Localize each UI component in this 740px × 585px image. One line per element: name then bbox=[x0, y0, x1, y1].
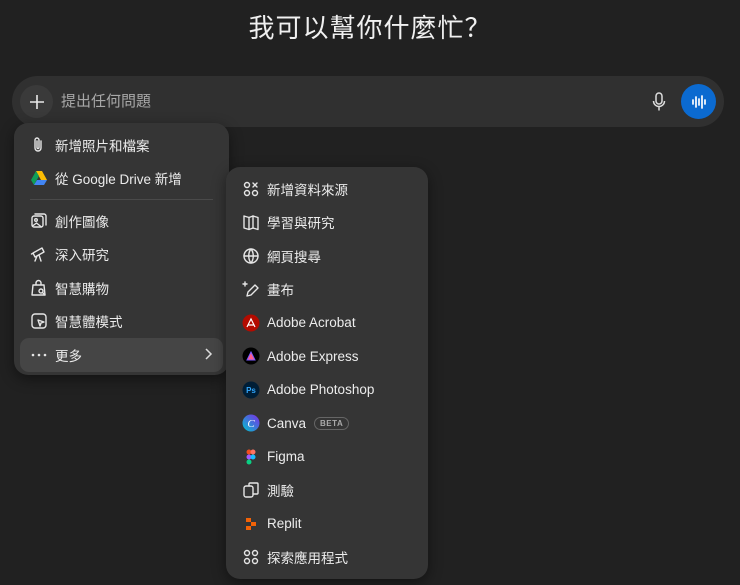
paperclip-icon bbox=[30, 136, 48, 154]
menu-item-shopping-bag[interactable]: 智慧購物 bbox=[20, 271, 223, 305]
menu-item-image-create[interactable]: 創作圖像 bbox=[20, 204, 223, 238]
menu-item-replit[interactable]: Replit bbox=[232, 507, 422, 541]
globe-icon bbox=[242, 247, 260, 265]
prompt-input[interactable] bbox=[61, 76, 621, 127]
menu-divider bbox=[30, 199, 213, 200]
voice-mode-button[interactable] bbox=[681, 84, 716, 119]
adobe-acrobat-icon bbox=[242, 314, 260, 332]
menu-item-google-drive[interactable]: 從 Google Drive 新增 bbox=[20, 162, 223, 196]
menu-item-connectors[interactable]: 新增資料來源 bbox=[232, 172, 422, 206]
menu-item-label: 智慧購物 bbox=[55, 281, 109, 297]
canva-icon: C bbox=[242, 414, 260, 432]
menu-item-canva[interactable]: C Canva BETA bbox=[232, 407, 422, 441]
svg-text:C: C bbox=[247, 418, 255, 430]
menu-item-label: 從 Google Drive 新增 bbox=[55, 172, 182, 188]
connectors-icon bbox=[242, 180, 260, 198]
menu-item-label: 網頁搜尋 bbox=[267, 249, 321, 265]
menu-item-apps-grid[interactable]: 探索應用程式 bbox=[232, 541, 422, 575]
menu-item-adobe-acrobat[interactable]: Adobe Acrobat bbox=[232, 306, 422, 340]
menu-item-book[interactable]: 學習與研究 bbox=[232, 206, 422, 240]
menu-item-label: Replit bbox=[267, 516, 302, 532]
quiz-cards-icon bbox=[242, 481, 260, 499]
menu-item-label: Figma bbox=[267, 449, 305, 465]
menu-item-adobe-express[interactable]: Adobe Express bbox=[232, 340, 422, 374]
page-title: 我可以幫你什麼忙？ bbox=[248, 13, 492, 43]
menu-item-label: Adobe Acrobat bbox=[267, 315, 356, 331]
menu-item-label: Adobe Express bbox=[267, 348, 359, 364]
plus-icon bbox=[29, 94, 44, 109]
menu-item-label: 畫布 bbox=[267, 283, 294, 299]
menu-item-quiz-cards[interactable]: 測驗 bbox=[232, 474, 422, 508]
menu-item-label: 新增照片和檔案 bbox=[55, 138, 150, 154]
menu-item-globe[interactable]: 網頁搜尋 bbox=[232, 239, 422, 273]
image-create-icon bbox=[30, 212, 48, 230]
menu-item-label: 學習與研究 bbox=[267, 216, 335, 232]
menu-item-label: 新增資料來源 bbox=[267, 182, 348, 198]
beta-badge: BETA bbox=[314, 416, 350, 430]
more-submenu: 新增資料來源 學習與研究網頁搜尋畫布 Adobe Acrobat Adobe Expr… bbox=[226, 167, 428, 579]
menu-item-label: 智慧體模式 bbox=[55, 315, 123, 331]
menu-item-more-dots[interactable]: 更多 bbox=[20, 338, 223, 372]
microphone-button[interactable] bbox=[650, 91, 668, 113]
chevron-right-icon bbox=[205, 348, 213, 360]
adobe-express-icon bbox=[242, 347, 260, 365]
menu-item-label: 創作圖像 bbox=[55, 214, 109, 230]
menu-item-label: 探索應用程式 bbox=[267, 551, 348, 567]
apps-grid-icon bbox=[242, 548, 260, 566]
canvas-pen-icon bbox=[242, 280, 260, 298]
menu-item-figma[interactable]: Figma bbox=[232, 440, 422, 474]
google-drive-icon bbox=[30, 169, 48, 187]
menu-item-paperclip[interactable]: 新增照片和檔案 bbox=[20, 128, 223, 162]
menu-item-label: 深入研究 bbox=[55, 248, 109, 264]
shopping-bag-icon bbox=[30, 279, 48, 297]
menu-item-telescope[interactable]: 深入研究 bbox=[20, 238, 223, 272]
more-dots-icon bbox=[30, 346, 48, 364]
book-icon bbox=[242, 213, 260, 231]
menu-item-agent-cursor[interactable]: 智慧體模式 bbox=[20, 305, 223, 339]
waveform-icon bbox=[691, 94, 706, 109]
figma-icon bbox=[242, 448, 260, 466]
menu-item-label: Canva bbox=[267, 415, 307, 431]
microphone-icon bbox=[652, 92, 666, 111]
telescope-icon bbox=[30, 245, 48, 263]
add-button[interactable] bbox=[20, 85, 53, 118]
svg-text:Ps: Ps bbox=[246, 386, 256, 395]
composer bbox=[12, 76, 724, 127]
replit-icon bbox=[242, 515, 260, 533]
menu-item-label: Adobe Photoshop bbox=[267, 382, 375, 398]
menu-item-label: 測驗 bbox=[267, 484, 294, 500]
adobe-photoshop-icon: Ps bbox=[242, 381, 260, 399]
menu-item-label: 更多 bbox=[55, 348, 82, 364]
menu-item-adobe-photoshop[interactable]: Ps Adobe Photoshop bbox=[232, 373, 422, 407]
agent-cursor-icon bbox=[30, 312, 48, 330]
menu-item-canvas-pen[interactable]: 畫布 bbox=[232, 273, 422, 307]
attach-menu: 新增照片和檔案從 Google Drive 新增 創作圖像深入研究智慧購物智慧體模… bbox=[14, 123, 229, 375]
